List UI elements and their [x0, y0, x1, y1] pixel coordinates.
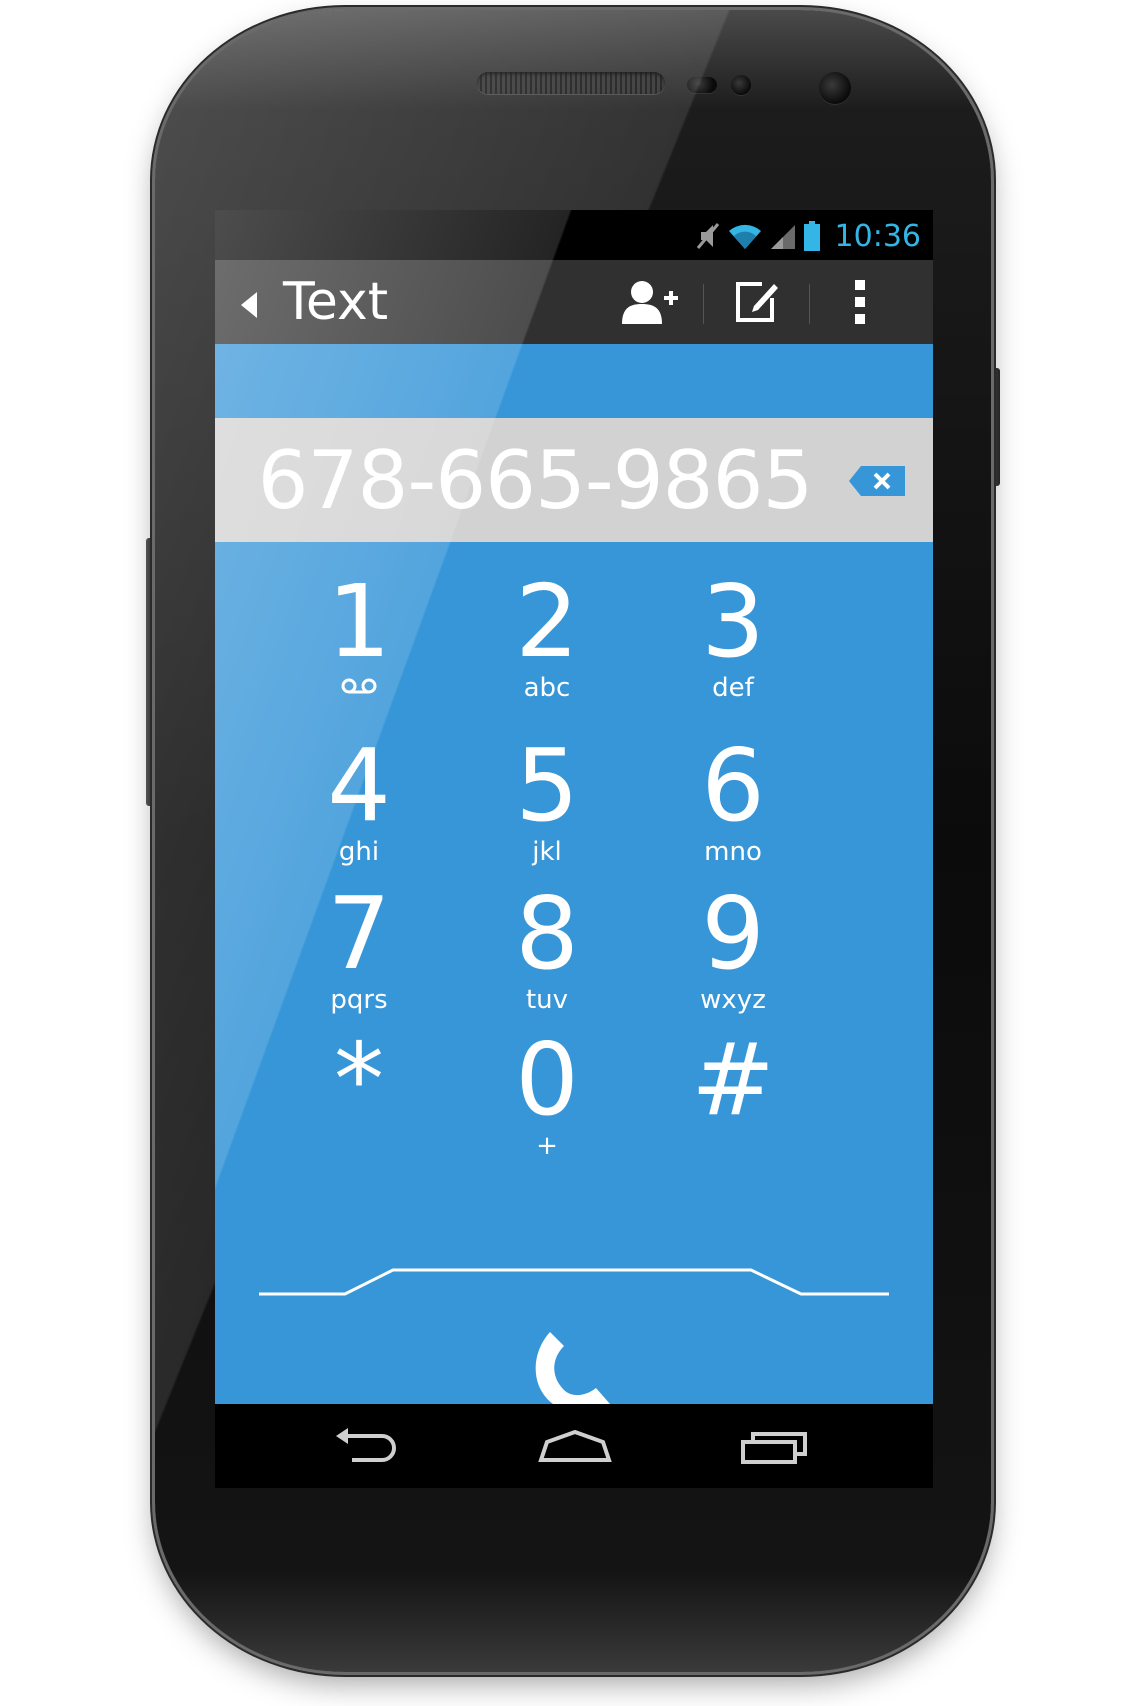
- key-letters: mno: [704, 837, 762, 867]
- compose-icon: [736, 282, 778, 322]
- key-digit: 5: [515, 727, 579, 844]
- battery-icon: [803, 221, 820, 251]
- screen: 10:36 Text 678-665-9865 1 2 abc 3 def 4 …: [215, 210, 933, 1488]
- voicemail-icon: [341, 678, 377, 694]
- key-digit: 4: [327, 727, 391, 844]
- key-digit: 7: [327, 875, 391, 992]
- key-letters: pqrs: [330, 985, 388, 1015]
- dialer: 678-665-9865 1 2 abc 3 def 4 ghi 5 jkl 6 mno 7 pqrs 8…: [215, 344, 933, 1415]
- key-digit: 2: [515, 563, 579, 680]
- key-digit: 3: [701, 563, 765, 680]
- add-contact-icon: [622, 281, 678, 324]
- dial-key-hash[interactable]: #: [633, 1030, 833, 1170]
- key-digit: 6: [701, 727, 765, 844]
- recent-apps-icon: [741, 1432, 807, 1464]
- overflow-menu-button[interactable]: [825, 272, 895, 332]
- compose-button[interactable]: [721, 272, 791, 332]
- status-bar: 10:36: [215, 210, 933, 260]
- dial-key-6[interactable]: 6 mno: [633, 736, 833, 876]
- key-digit: 0: [515, 1021, 579, 1138]
- dial-key-5[interactable]: 5 jkl: [447, 736, 647, 876]
- number-display: 678-665-9865: [215, 418, 933, 542]
- mute-icon: [696, 223, 719, 249]
- home-icon: [538, 1429, 612, 1462]
- key-letters: def: [712, 673, 754, 703]
- stage: 10:36 Text 678-665-9865 1 2 abc 3 def 4 …: [0, 0, 1138, 1706]
- key-digit: #: [691, 1021, 775, 1138]
- key-letters: ghi: [338, 837, 380, 867]
- action-bar: Text: [215, 260, 933, 344]
- key-digit: 8: [515, 875, 579, 992]
- dial-key-star[interactable]: *: [259, 1030, 459, 1170]
- action-divider: [703, 284, 704, 324]
- dial-key-1[interactable]: 1: [259, 572, 459, 712]
- back-button[interactable]: [305, 1418, 425, 1474]
- add-contact-button[interactable]: [615, 272, 685, 332]
- key-digit: 9: [701, 875, 765, 992]
- dial-key-0[interactable]: 0 +: [447, 1030, 647, 1170]
- dial-key-9[interactable]: 9 wxyz: [633, 884, 833, 1024]
- page-title[interactable]: Text: [283, 268, 388, 336]
- key-letters: tuv: [525, 985, 569, 1015]
- key-letters: abc: [523, 673, 571, 703]
- clock: 10:36: [834, 218, 921, 254]
- signal-icon: [770, 225, 795, 249]
- light-sensor: [731, 75, 751, 95]
- dial-key-3[interactable]: 3 def: [633, 572, 833, 712]
- wifi-icon: [728, 224, 761, 249]
- key-letters: wxyz: [700, 985, 766, 1015]
- front-camera: [819, 72, 851, 104]
- earpiece-speaker: [477, 72, 665, 94]
- dial-key-7[interactable]: 7 pqrs: [259, 884, 459, 1024]
- key-digit: *: [334, 1021, 384, 1138]
- call-divider-line: [259, 1268, 889, 1296]
- key-digit: 1: [327, 563, 391, 680]
- action-divider: [809, 284, 810, 324]
- proximity-sensor: [687, 77, 717, 93]
- dialed-number: 678-665-9865: [257, 434, 814, 527]
- status-icons: 10:36: [695, 218, 921, 254]
- dial-key-4[interactable]: 4 ghi: [259, 736, 459, 876]
- dial-key-8[interactable]: 8 tuv: [447, 884, 647, 1024]
- overflow-menu-icon: [855, 280, 865, 324]
- up-caret-icon[interactable]: [239, 290, 259, 320]
- key-letters: jkl: [532, 837, 562, 867]
- home-button[interactable]: [515, 1418, 635, 1474]
- dial-key-2[interactable]: 2 abc: [447, 572, 647, 712]
- key-letters: +: [536, 1131, 558, 1161]
- backspace-icon[interactable]: [847, 464, 907, 498]
- back-icon: [336, 1428, 396, 1462]
- recent-apps-button[interactable]: [715, 1418, 835, 1474]
- navigation-bar: [215, 1404, 933, 1488]
